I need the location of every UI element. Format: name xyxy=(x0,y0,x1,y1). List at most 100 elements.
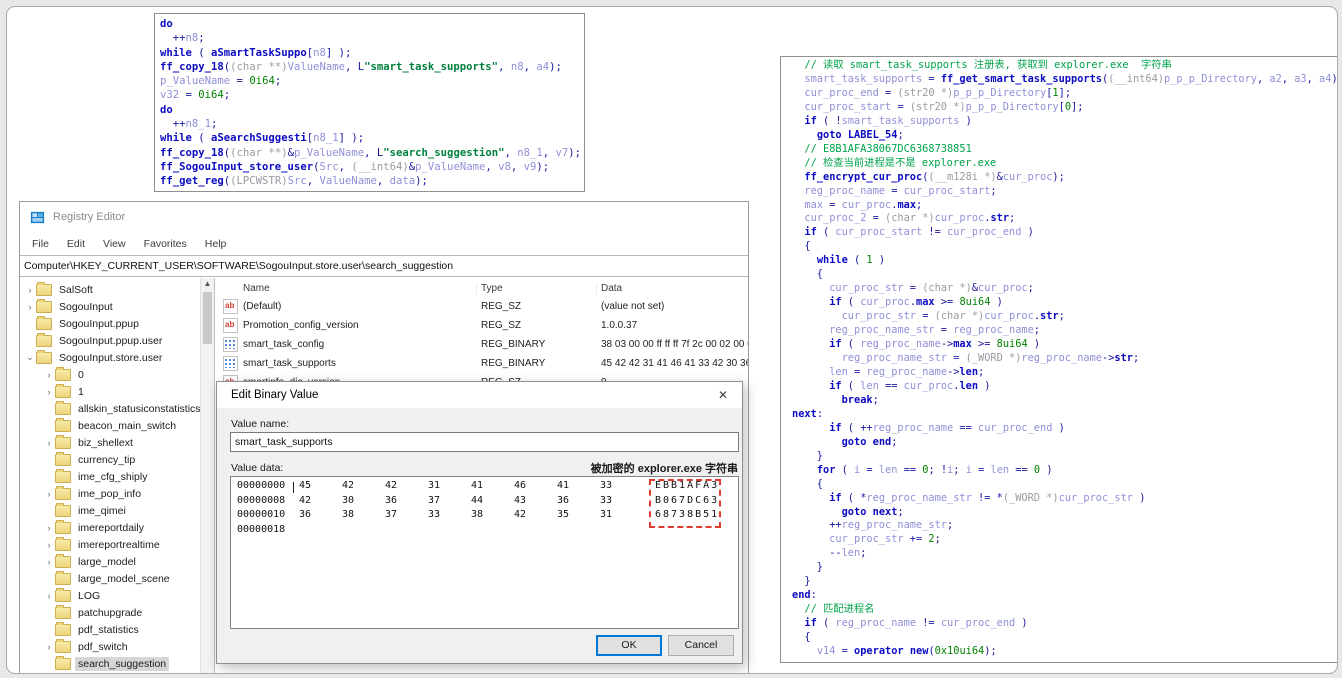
tree-item-0[interactable]: › 0 xyxy=(20,366,200,383)
column-header-data[interactable]: Data xyxy=(597,283,748,294)
chevron-right-icon[interactable]: › xyxy=(43,370,55,380)
chevron-right-icon[interactable]: › xyxy=(24,285,36,295)
code-token: != xyxy=(916,617,941,630)
code-token: if xyxy=(804,617,817,630)
tree-item-biz_shellext[interactable]: › biz_shellext xyxy=(20,434,200,451)
code-line: goto end; xyxy=(792,436,1337,450)
tree-item-ime_qimei[interactable]: ime_qimei xyxy=(20,502,200,519)
code-token: = xyxy=(860,463,879,476)
code-token: ; xyxy=(872,393,879,406)
chevron-right-icon[interactable]: › xyxy=(43,523,55,533)
chevron-right-icon[interactable]: › xyxy=(43,540,55,550)
code-token: , xyxy=(1281,72,1295,85)
code-token: max xyxy=(804,198,824,211)
value-row-promotion_config_version[interactable]: Promotion_config_version REG_SZ 1.0.0.37 xyxy=(215,316,748,335)
code-line: } xyxy=(792,450,1337,464)
code-line: cur_proc_str = (char *)&cur_proc; xyxy=(792,282,1337,296)
scrollbar-thumb[interactable] xyxy=(203,292,212,344)
tree-item-shell_ext[interactable]: ›shell_ext xyxy=(20,672,200,673)
tree-item-patchupgrade[interactable]: patchupgrade xyxy=(20,604,200,621)
code-token: p_p_p_Directory xyxy=(965,100,1059,113)
hex-byte: 31 xyxy=(600,509,613,521)
folder-icon xyxy=(55,570,71,585)
code-token: cur_proc_str xyxy=(829,533,904,546)
close-icon[interactable]: ✕ xyxy=(714,386,732,404)
tree-item-large_model_scene[interactable]: large_model_scene xyxy=(20,570,200,587)
hex-byte: 42 xyxy=(385,480,398,491)
scrollbar-up-icon[interactable]: ▲ xyxy=(201,278,214,291)
code-token: if xyxy=(804,114,817,127)
tree-item-search_suggestion[interactable]: search_suggestion xyxy=(20,655,200,672)
tree-item-sogouinput-ppup-user[interactable]: SogouInput.ppup.user xyxy=(20,332,200,349)
code-token: ; xyxy=(198,32,205,45)
chevron-right-icon[interactable]: › xyxy=(43,591,55,601)
tree-item-imereportrealtime[interactable]: › imereportrealtime xyxy=(20,536,200,553)
hex-address: 00000000 xyxy=(237,480,286,491)
hex-byte: 36 xyxy=(385,494,398,506)
chevron-right-icon[interactable]: › xyxy=(43,438,55,448)
folder-icon xyxy=(36,332,52,347)
folder-icon xyxy=(36,349,52,364)
code-token: = xyxy=(823,198,842,211)
code-token: str xyxy=(1040,310,1059,323)
code-token: } xyxy=(792,561,823,574)
value-row-smart_task_supports[interactable]: smart_task_supports REG_BINARY 45 42 42 31… xyxy=(215,354,748,373)
code-token: = xyxy=(878,86,898,99)
code-token: (LPCWSTR) xyxy=(230,175,288,188)
code-token: n8 xyxy=(510,60,524,73)
tree-item-currency_tip[interactable]: currency_tip xyxy=(20,451,200,468)
value-name: Promotion_config_version xyxy=(243,320,359,331)
hex-byte: 44 xyxy=(471,494,484,506)
ok-button[interactable]: OK xyxy=(596,635,662,656)
menu-item-view[interactable]: View xyxy=(94,238,135,250)
chevron-right-icon[interactable]: › xyxy=(43,642,55,652)
tree-item-pdf_statistics[interactable]: pdf_statistics xyxy=(20,621,200,638)
column-header-type[interactable]: Type xyxy=(477,283,597,294)
value-row-smart_task_config[interactable]: smart_task_config REG_BINARY 38 03 00 00 f… xyxy=(215,335,748,354)
folder-icon xyxy=(55,621,71,636)
hex-address: 00000010 xyxy=(237,509,286,521)
tree-item-log[interactable]: › LOG xyxy=(20,587,200,604)
tree-item-ime_cfg_shiply[interactable]: ime_cfg_shiply xyxy=(20,468,200,485)
folder-icon xyxy=(55,638,71,653)
chevron-right-icon[interactable]: › xyxy=(43,489,55,499)
tree-scrollbar[interactable]: ▲ xyxy=(200,278,214,673)
value-name-input[interactable]: smart_task_supports xyxy=(230,432,739,452)
tree-item-imereportdaily[interactable]: › imereportdaily xyxy=(20,519,200,536)
tree-item-large_model[interactable]: › large_model xyxy=(20,553,200,570)
code-line: break; xyxy=(792,393,1337,408)
tree-item-sogouinput-ppup[interactable]: SogouInput.ppup xyxy=(20,315,200,332)
column-header-name[interactable]: Name xyxy=(215,283,477,294)
folder-icon xyxy=(36,281,52,296)
tree-item-allskin_statusiconstatistics[interactable]: allskin_statusiconstatistics xyxy=(20,400,200,417)
tree-item-1[interactable]: › 1 xyxy=(20,383,200,400)
tree-item-label: imereportrealtime xyxy=(78,538,160,551)
code-line: { xyxy=(792,240,1337,254)
code-token: ; xyxy=(1027,282,1034,295)
menu-item-file[interactable]: File xyxy=(20,238,58,250)
chevron-right-icon[interactable]: › xyxy=(24,302,36,312)
code-line: if ( *reg_proc_name_str != *(_WORD *)cur… xyxy=(792,492,1337,506)
address-bar[interactable]: Computer\HKEY_CURRENT_USER\SOFTWARE\Sogo… xyxy=(20,255,748,277)
tree-item-sogouinput-store-user[interactable]: ⌄ SogouInput.store.user xyxy=(20,349,200,366)
folder-icon xyxy=(55,604,71,619)
menu-item-help[interactable]: Help xyxy=(196,238,236,250)
code-token: (char *) xyxy=(934,310,985,323)
tree-item-beacon_main_switch[interactable]: beacon_main_switch xyxy=(20,417,200,434)
code-token: a4 xyxy=(1319,72,1332,85)
tree-item-pdf_switch[interactable]: › pdf_switch xyxy=(20,638,200,655)
code-token: reg_proc_name xyxy=(953,324,1034,337)
menu-item-favorites[interactable]: Favorites xyxy=(135,238,196,250)
tree-item-ime_pop_info[interactable]: › ime_pop_info xyxy=(20,485,200,502)
hex-editor[interactable]: 00000000 45 42 42 31 41 46 41 33 EBB1AFA3 00000008… xyxy=(230,476,739,629)
menu-item-edit[interactable]: Edit xyxy=(58,238,94,250)
chevron-down-icon[interactable]: ⌄ xyxy=(24,352,36,363)
value-row--default-[interactable]: (Default) REG_SZ (value not set) xyxy=(215,297,748,316)
cancel-button[interactable]: Cancel xyxy=(668,635,734,656)
tree-item-sogouinput[interactable]: › SogouInput xyxy=(20,298,200,315)
tree-item-salsoft[interactable]: › SalSoft xyxy=(20,281,200,298)
code-token: ; xyxy=(934,533,941,546)
chevron-right-icon[interactable]: › xyxy=(43,557,55,567)
chevron-right-icon[interactable]: › xyxy=(43,387,55,397)
